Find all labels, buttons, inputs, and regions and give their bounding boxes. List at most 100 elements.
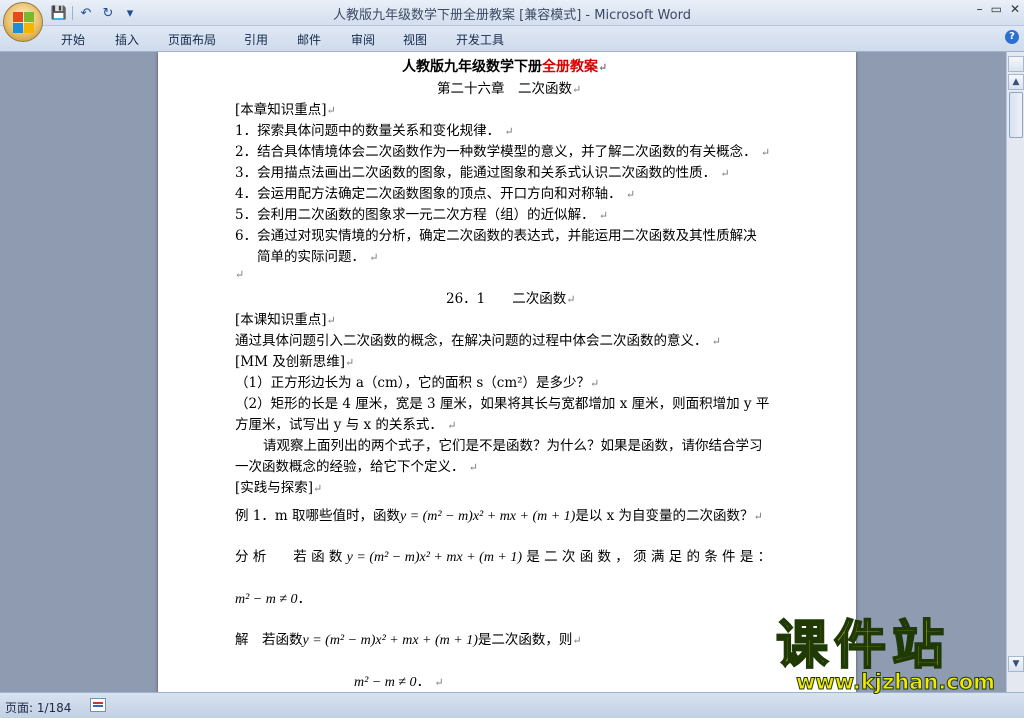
paragraph-mark: ↵ [590,377,600,390]
analysis-formula: y = (m² − m)x² + mx + (m + 1) [346,550,523,565]
doc-title: 人教版九年级数学下册全册教案↵ [402,56,607,76]
office-button[interactable] [3,2,43,42]
goal-item: 2．结合具体情境体会二次函数作为一种数学模型的意义，并了解二次函数的有关概念． … [235,140,770,160]
question-2-text: 方厘米，试写出 y 与 x 的关系式． [235,417,443,433]
goal-item: 3．会用描点法画出二次函数的图象，能通过图象和关系式认识二次函数的性质． ↵ [235,161,730,181]
section-key-text: [本章知识重点] [235,102,327,118]
document-name: 人教版九年级数学下册全册教案 [兼容模式] [333,8,582,23]
paragraph-mark: ↵ [344,356,355,369]
proofing-icon[interactable] [90,698,106,712]
page-count[interactable]: 页面: 1/184 [5,699,71,716]
condition-1-formula: m² − m ≠ 0 [235,592,298,607]
goal-text: 4．会运用配方法确定二次函数图象的顶点、开口方向和对称轴． [235,186,622,202]
goal-item: 1．探索具体问题中的数量关系和变化规律． ↵ [235,119,514,139]
paragraph-mark: ↵ [313,482,323,495]
tab-page-layout[interactable]: 页面布局 [168,31,216,48]
paragraph-mark: ↵ [369,251,379,264]
scroll-down-button[interactable]: ▼ [1008,656,1024,672]
paragraph-mark: ↵ [598,209,609,222]
paragraph-mark: ↵ [434,676,444,689]
tab-review[interactable]: 审阅 [351,31,375,48]
condition-1-tail: ． [297,591,312,607]
scroll-thumb[interactable] [1009,92,1023,138]
example-1-formula: y = (m² − m)x² + mx + (m + 1) [399,509,576,524]
paragraph-mark: ↵ [720,167,730,180]
vertical-scrollbar[interactable]: ▲ ▼ [1006,52,1024,692]
tab-view[interactable]: 视图 [403,31,427,48]
goal-text: 5．会利用二次函数的图象求一元二次方程（组）的近似解． [235,207,595,223]
document-area: 人教版九年级数学下册全册教案↵ 第二十六章 二次函数↵ [本章知识重点]↵ 1．… [0,52,1006,692]
section-key: [本章知识重点]↵ [235,98,336,118]
ruler-toggle-icon[interactable] [1008,56,1024,72]
paragraph-mark: ↵ [572,634,582,647]
goal-text: 简单的实际问题． [257,249,365,265]
lesson-text: 通过具体问题引入二次函数的概念，在解决问题的过程中体会二次函数的意义． ↵ [235,329,721,349]
chapter-text: 第二十六章 二次函数 [437,81,572,97]
tab-references[interactable]: 引用 [244,31,268,48]
example-1-prefix: 例 1．m 取哪些值时，函数 [235,508,400,524]
help-icon[interactable]: ? [1005,30,1019,44]
close-icon[interactable]: ✕ [1010,2,1020,16]
analysis-suffix: 是 二 次 函 数 ， 须 满 足 的 条 件 是 ： [526,549,772,565]
analysis-line: 分 析 若 函 数 y = (m² − m)x² + mx + (m + 1) … [235,545,771,566]
office-logo-icon [13,12,35,34]
lesson-key: [本课知识重点]↵ [235,308,336,328]
question-2-continued: 方厘米，试写出 y 与 x 的关系式． ↵ [235,413,456,433]
goal-text: 1．探索具体问题中的数量关系和变化规律． [235,123,501,139]
paragraph-mark: ↵ [598,61,608,74]
watermark-logo: 课件站 www.kjzhan.com [775,616,1006,695]
goal-item-continued: 简单的实际问题． ↵ [257,245,379,265]
solution-suffix: 是二次函数，则 [477,632,573,648]
chapter-heading: 第二十六章 二次函数↵ [437,77,581,97]
goal-text: 3．会用描点法画出二次函数的图象，能通过图象和关系式认识二次函数的性质． [235,165,717,181]
paragraph-mark: ↵ [625,188,636,201]
goal-text: 6．会通过对现实情境的分析，确定二次函数的表达式，并能运用二次函数及其性质解决 [235,228,757,244]
solution-formula: y = (m² − m)x² + mx + (m + 1) [302,633,478,648]
section-heading: 26．1 二次函数↵ [446,287,576,307]
practice-heading: [实践与探索]↵ [235,476,322,496]
empty-paragraph: ↵ [235,266,244,282]
lesson-text-body: 通过具体问题引入二次函数的概念，在解决问题的过程中体会二次函数的意义． [235,333,708,349]
paragraph-mark: ↵ [326,314,336,327]
paragraph-mark: ↵ [235,268,245,281]
example-1: 例 1．m 取哪些值时，函数y = (m² − m)x² + mx + (m +… [235,504,763,525]
observation-line-2: 一次函数概念的经验，给它下个定义． [235,459,465,475]
question-1-text: （1）正方形边长为 a（cm），它的面积 s（cm²）是多少？ [235,375,591,391]
window-title: 人教版九年级数学下册全册教案 [兼容模式] - Microsoft Word [0,4,1024,23]
window-controls: – ▭ ✕ [977,2,1020,16]
document-page[interactable]: 人教版九年级数学下册全册教案↵ 第二十六章 二次函数↵ [本章知识重点]↵ 1．… [158,52,856,692]
question-1: （1）正方形边长为 a（cm），它的面积 s（cm²）是多少？↵ [235,371,599,391]
solution-line: 解 若函数y = (m² − m)x² + mx + (m + 1)是二次函数，… [235,628,582,649]
tab-home[interactable]: 开始 [61,31,85,48]
status-bar: 页面: 1/184 [0,692,1024,718]
tab-mailings[interactable]: 邮件 [297,31,321,48]
condition-1: m² − m ≠ 0． [235,587,311,608]
observation-line-1: 请观察上面列出的两个式子，它们是不是函数？为什么？如果是函数，请你结合学习 [263,438,763,454]
observation-continued: 一次函数概念的经验，给它下个定义． ↵ [235,455,478,475]
minimize-icon[interactable]: – [977,2,983,16]
doc-title-black: 人教版九年级数学下册 [402,59,542,75]
paragraph-mark: ↵ [468,461,479,474]
practice-heading-text: [实践与探索] [235,480,314,496]
observation-text: 请观察上面列出的两个式子，它们是不是函数？为什么？如果是函数，请你结合学习 [263,434,763,454]
paragraph-mark: ↵ [711,335,722,348]
app-name: Microsoft Word [594,8,691,23]
condition-2: m² − m ≠ 0． ↵ [354,670,444,691]
restore-icon[interactable]: ▭ [991,2,1002,16]
mm-heading: [MM 及创新思维]↵ [235,350,354,370]
watermark-title: 课件站 [775,616,951,676]
goal-text: 2．结合具体情境体会二次函数作为一种数学模型的意义，并了解二次函数的有关概念． [235,144,757,160]
mm-heading-text: [MM 及创新思维] [235,354,345,370]
question-2: （2）矩形的长是 4 厘米，宽是 3 厘米，如果将其长与宽都增加 x 厘米，则面… [235,392,769,412]
title-bar: 💾 ↶ ↻ ▾ 人教版九年级数学下册全册教案 [兼容模式] - Microsof… [0,0,1024,26]
tab-insert[interactable]: 插入 [115,31,139,48]
goal-item: 4．会运用配方法确定二次函数图象的顶点、开口方向和对称轴． ↵ [235,182,635,202]
paragraph-mark: ↵ [566,293,576,306]
paragraph-mark: ↵ [447,419,457,432]
ribbon-tabs: 开始 插入 页面布局 引用 邮件 审阅 视图 开发工具 [0,26,1024,52]
question-2-text: （2）矩形的长是 4 厘米，宽是 3 厘米，如果将其长与宽都增加 x 厘米，则面… [235,396,770,412]
scroll-up-button[interactable]: ▲ [1008,74,1024,90]
solution-prefix: 解 若函数 [235,632,303,648]
paragraph-mark: ↵ [760,146,771,159]
tab-developer[interactable]: 开发工具 [456,31,504,48]
